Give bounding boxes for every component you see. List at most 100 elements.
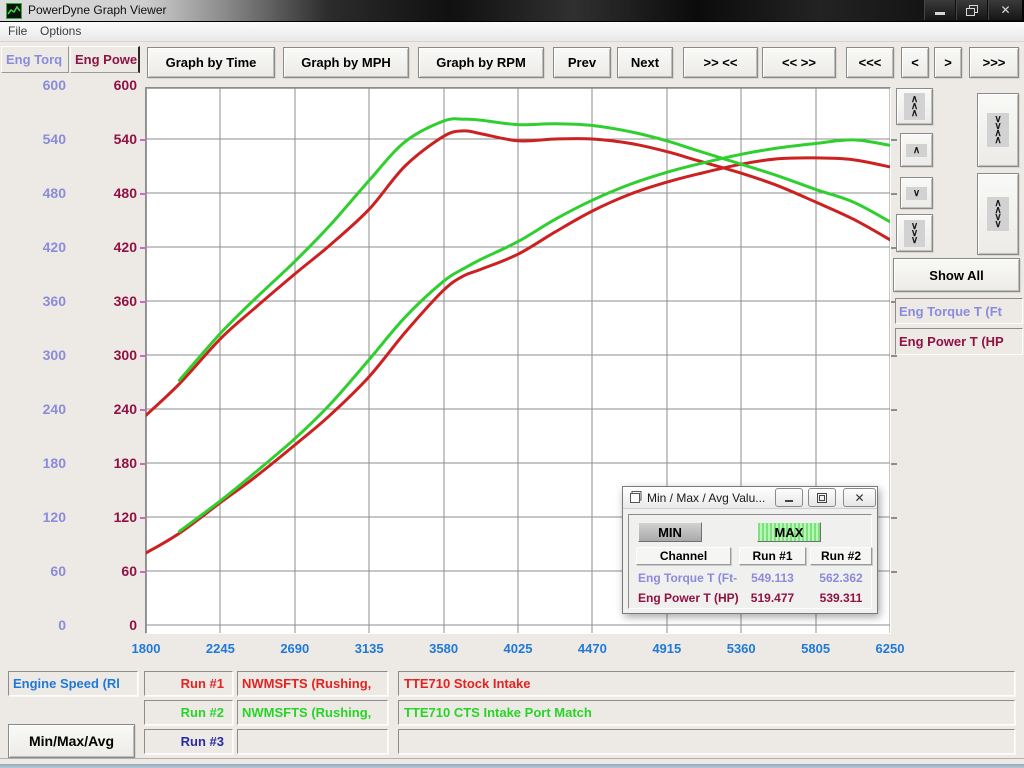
- minmax-window-icon: [629, 491, 642, 509]
- right-axis-tick: [891, 193, 897, 195]
- minmax-run1-value-2: 519.477: [739, 591, 806, 605]
- right-axis-tick: [891, 355, 897, 357]
- chevron-up-icon: ∧: [906, 144, 927, 157]
- tab-eng-power-label: Eng Powe: [75, 52, 137, 67]
- restore-icon: [966, 5, 978, 16]
- minmax-run2-value-2: 539.311: [810, 591, 872, 605]
- minmax-titlebar[interactable]: Min / Max / Avg Valu... ✕: [623, 487, 877, 509]
- tab-eng-power[interactable]: Eng Powe: [70, 46, 140, 73]
- minmax-window-title: Min / Max / Avg Valu...: [647, 491, 765, 505]
- min-button[interactable]: MIN: [638, 522, 702, 542]
- toolbar-button-[interactable]: >>>: [969, 47, 1019, 78]
- scroll-top-button[interactable]: ∧ ∧ ∧: [896, 88, 933, 125]
- run-name-box-3: [237, 729, 388, 754]
- toolbar-button-[interactable]: >> <<: [683, 47, 758, 78]
- y-tick-power-480: 480: [77, 184, 137, 202]
- y-tick-power-0: 0: [77, 616, 137, 634]
- menu-options[interactable]: Options: [40, 24, 81, 38]
- column-header-channel[interactable]: Channel: [636, 547, 731, 565]
- run-label-box-1: Run #1: [144, 671, 233, 696]
- run-label-box-2: Run #2: [144, 700, 233, 725]
- maximize-button[interactable]: [956, 0, 987, 20]
- column-header-run2[interactable]: Run #2: [810, 547, 872, 565]
- left-axis-tick: [140, 517, 146, 519]
- left-axis-tick: [140, 139, 146, 141]
- y-tick-power-360: 360: [77, 292, 137, 310]
- close-button[interactable]: ✕: [988, 0, 1022, 20]
- minmax-body: MIN MAX Channel Run #1 Run #2 Eng Torque…: [628, 514, 872, 609]
- collapse-vertical-button[interactable]: ∨ ∨ ∧ ∧: [977, 93, 1019, 167]
- scroll-down-button[interactable]: ∨: [900, 177, 933, 209]
- scroll-up-button[interactable]: ∧: [900, 133, 933, 167]
- run-desc-box-1: TTE710 Stock Intake: [398, 671, 1015, 696]
- chevron-triple-up-icon: ∧ ∧ ∧: [904, 93, 925, 120]
- max-button[interactable]: MAX: [757, 522, 821, 542]
- y-tick-torque-240: 240: [6, 400, 66, 418]
- toolbar-button-prev[interactable]: Prev: [553, 47, 611, 78]
- x-tick-5805: 5805: [786, 641, 846, 656]
- toolbar-button-[interactable]: >: [934, 47, 962, 78]
- x-tick-3580: 3580: [414, 641, 474, 656]
- y-tick-torque-120: 120: [6, 508, 66, 526]
- toolbar-button-graph-by-mph[interactable]: Graph by MPH: [283, 47, 409, 78]
- chevron-down-icon: ∨: [906, 187, 927, 200]
- left-axis-tick: [140, 571, 146, 573]
- run-desc-box-2: TTE710 CTS Intake Port Match: [398, 700, 1015, 725]
- y-tick-torque-540: 540: [6, 130, 66, 148]
- maximize-icon: [817, 493, 827, 503]
- channel-box-torque[interactable]: Eng Torque T (Ft: [895, 298, 1023, 324]
- y-tick-power-180: 180: [77, 454, 137, 472]
- right-axis-tick: [891, 517, 897, 519]
- y-tick-torque-60: 60: [6, 562, 66, 580]
- x-tick-2245: 2245: [190, 641, 250, 656]
- minimize-icon: [935, 12, 945, 15]
- bottom-divider: [0, 758, 1024, 759]
- menubar: File Options: [0, 22, 1024, 42]
- min-max-avg-button[interactable]: Min/Max/Avg: [8, 724, 135, 758]
- y-tick-power-420: 420: [77, 238, 137, 256]
- y-tick-power-60: 60: [77, 562, 137, 580]
- toolbar-button-graph-by-time[interactable]: Graph by Time: [147, 47, 275, 78]
- minmax-run1-value-1: 549.113: [739, 571, 806, 585]
- left-axis-tick: [140, 409, 146, 411]
- scroll-bottom-button[interactable]: ∨ ∨ ∨: [896, 214, 933, 252]
- y-tick-torque-600: 600: [6, 76, 66, 94]
- y-tick-power-540: 540: [77, 130, 137, 148]
- minmax-minimize-button[interactable]: [775, 488, 803, 507]
- chevron-triple-down-icon: ∨ ∨ ∨: [904, 220, 925, 247]
- x-tick-4025: 4025: [488, 641, 548, 656]
- left-axis-tick: [140, 301, 146, 303]
- y-tick-power-240: 240: [77, 400, 137, 418]
- expand-vertical-button[interactable]: ∧ ∧ ∨ ∨: [977, 173, 1019, 255]
- tab-eng-torque[interactable]: Eng Torq: [1, 46, 69, 73]
- y-tick-torque-360: 360: [6, 292, 66, 310]
- y-tick-torque-180: 180: [6, 454, 66, 472]
- minmax-maximize-button[interactable]: [808, 488, 836, 507]
- app-icon: [6, 3, 22, 19]
- x-tick-4915: 4915: [637, 641, 697, 656]
- toolbar-button-next[interactable]: Next: [617, 47, 673, 78]
- run-name-box-1: NWMSFTS (Rushing,: [237, 671, 388, 696]
- titlebar[interactable]: PowerDyne Graph Viewer ✕: [0, 0, 1024, 22]
- y-tick-torque-300: 300: [6, 346, 66, 364]
- y-tick-torque-480: 480: [6, 184, 66, 202]
- x-tick-6250: 6250: [860, 641, 920, 656]
- toolbar-button-[interactable]: << >>: [762, 47, 836, 78]
- close-icon: ✕: [854, 491, 864, 505]
- show-all-button[interactable]: Show All: [893, 258, 1020, 292]
- minmax-channel-1: Eng Torque T (Ft-: [638, 571, 738, 585]
- window-bottom-edge: [0, 764, 1024, 768]
- menu-file[interactable]: File: [8, 24, 27, 38]
- minimize-button[interactable]: [924, 0, 955, 20]
- run-desc-box-3: [398, 729, 1015, 754]
- x-tick-3135: 3135: [339, 641, 399, 656]
- x-tick-4470: 4470: [562, 641, 622, 656]
- channel-box-power[interactable]: Eng Power T (HP: [895, 328, 1023, 355]
- toolbar-button-[interactable]: <<<: [846, 47, 894, 78]
- y-tick-power-120: 120: [77, 508, 137, 526]
- toolbar-button-[interactable]: <: [901, 47, 929, 78]
- minmax-close-button[interactable]: ✕: [843, 488, 876, 507]
- column-header-run1[interactable]: Run #1: [739, 547, 806, 565]
- right-axis-tick: [891, 463, 897, 465]
- toolbar-button-graph-by-rpm[interactable]: Graph by RPM: [418, 47, 544, 78]
